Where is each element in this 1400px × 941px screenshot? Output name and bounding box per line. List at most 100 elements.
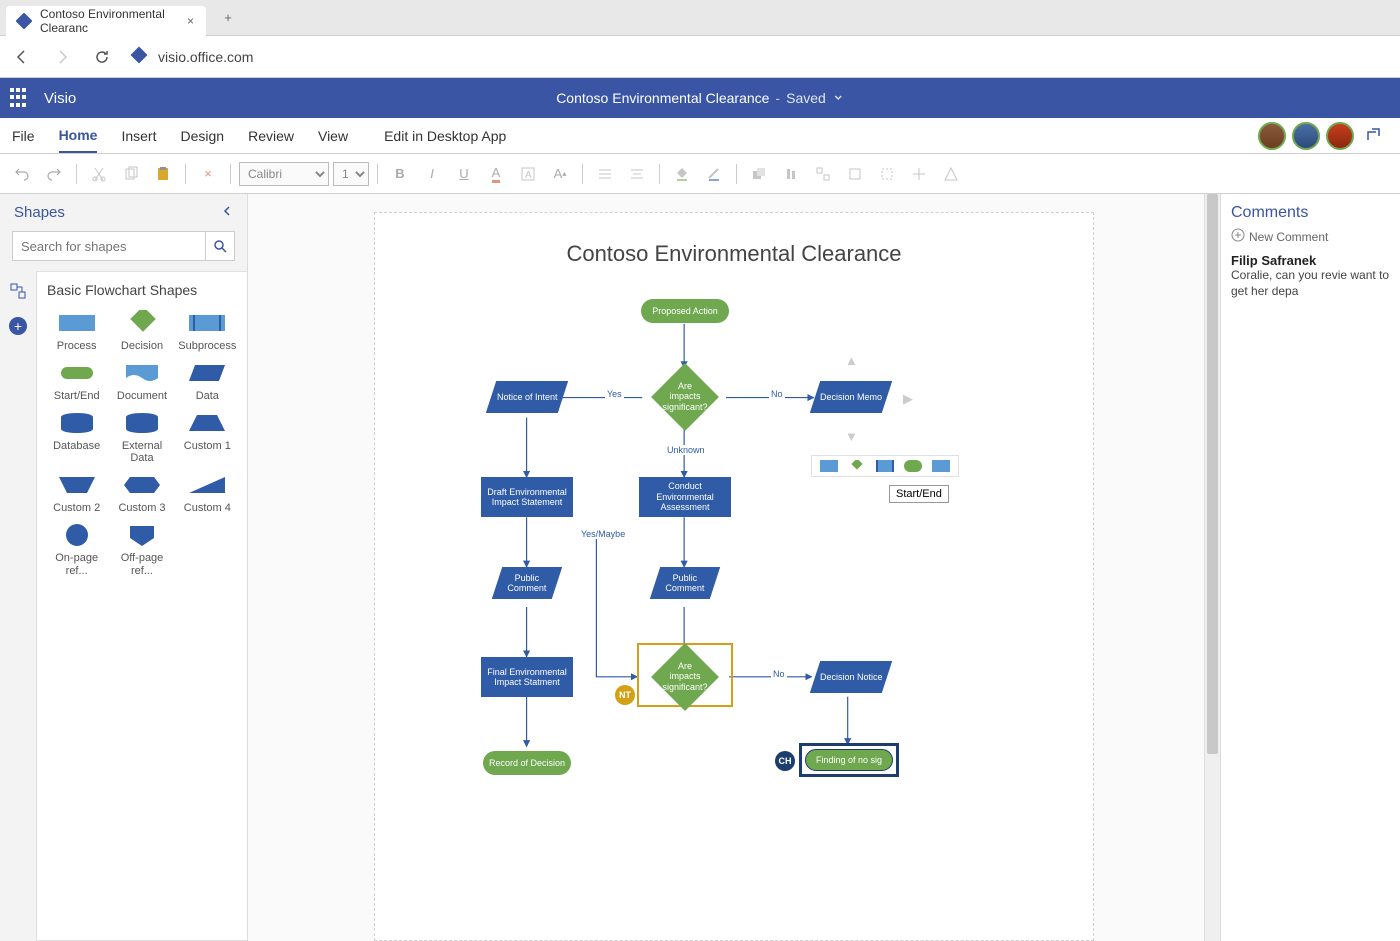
tab-insert[interactable]: Insert	[121, 120, 156, 152]
undo-button[interactable]	[8, 160, 36, 188]
node-decision-notice[interactable]: Decision Notice	[810, 661, 892, 693]
coauthor-badge-nt[interactable]: NT	[615, 685, 635, 705]
forward-button[interactable]	[50, 45, 74, 69]
send-back-button[interactable]	[873, 160, 901, 188]
node-impacts-1[interactable]: Are impacts significant?	[651, 363, 719, 431]
presence-avatar[interactable]	[1258, 122, 1286, 150]
paste-button[interactable]	[149, 160, 177, 188]
shape-custom-1[interactable]: Custom 1	[178, 410, 237, 464]
node-decision-memo[interactable]: Decision Memo	[810, 381, 892, 413]
browser-tab[interactable]: Contoso Environmental Clearanc ×	[6, 6, 206, 36]
refresh-button[interactable]	[90, 45, 114, 69]
node-conduct-ea[interactable]: Conduct Environmental Assessment	[639, 477, 731, 517]
line-color-button[interactable]	[700, 160, 728, 188]
shape-process[interactable]: Process	[47, 310, 106, 352]
shape-custom-3[interactable]: Custom 3	[112, 472, 171, 514]
autoconnect-arrow-icon[interactable]: ▼	[845, 429, 857, 441]
qs-data-icon[interactable]	[932, 460, 950, 472]
shapes-search-input[interactable]	[13, 239, 205, 254]
tab-file[interactable]: File	[12, 120, 35, 152]
diagram: Yes No Unknown Yes/Maybe No Proposed Act…	[375, 287, 1093, 927]
qs-startend-icon[interactable]	[904, 460, 922, 472]
qs-process-icon[interactable]	[820, 460, 838, 472]
chevron-down-icon[interactable]	[832, 90, 844, 106]
node-notice-intent[interactable]: Notice of Intent	[486, 381, 568, 413]
comment-item[interactable]: Filip Safranek Coralie, can you revie wa…	[1231, 253, 1390, 299]
shape-data[interactable]: Data	[178, 360, 237, 402]
edit-in-desktop-button[interactable]: Edit in Desktop App	[384, 120, 506, 152]
font-size-picker[interactable]: 12	[333, 162, 369, 186]
shape-off-page-ref-[interactable]: Off-page ref...	[112, 522, 171, 576]
canvas[interactable]: Contoso Environmental Clearance	[248, 194, 1220, 941]
collapse-icon[interactable]	[221, 204, 233, 221]
qs-subprocess-icon[interactable]	[876, 460, 894, 472]
share-icon[interactable]	[1360, 122, 1388, 150]
bring-front-button[interactable]	[841, 160, 869, 188]
shape-decision[interactable]: Decision	[112, 310, 171, 352]
shape-on-page-ref-[interactable]: On-page ref...	[47, 522, 106, 576]
styles-button[interactable]	[937, 160, 965, 188]
shape-label: Process	[57, 340, 97, 352]
bold-button[interactable]: B	[386, 160, 414, 188]
coauthor-badge-ch[interactable]: CH	[775, 751, 795, 771]
new-tab-button[interactable]: +	[214, 4, 242, 32]
site-icon	[130, 46, 148, 67]
quick-shapes-toolbar[interactable]	[811, 455, 959, 477]
app-launcher-icon[interactable]	[10, 88, 30, 108]
arrange-button[interactable]	[745, 160, 773, 188]
add-stencil-button[interactable]: +	[9, 317, 27, 335]
group-button[interactable]	[809, 160, 837, 188]
document-title[interactable]: Contoso Environmental Clearance - Saved	[556, 90, 844, 106]
shape-custom-4[interactable]: Custom 4	[178, 472, 237, 514]
fill-color-button[interactable]	[668, 160, 696, 188]
font-color-button[interactable]: A	[482, 160, 510, 188]
edge-label-no2: No	[771, 669, 787, 679]
close-tab-icon[interactable]: ×	[185, 14, 196, 28]
node-final-eis[interactable]: Final Environmental Impact Statment	[481, 657, 573, 697]
presence-avatar[interactable]	[1326, 122, 1354, 150]
node-proposed-action[interactable]: Proposed Action	[641, 299, 729, 323]
scrollbar-thumb[interactable]	[1207, 194, 1218, 754]
italic-button[interactable]: I	[418, 160, 446, 188]
node-public-1[interactable]: Public Comment	[492, 567, 562, 599]
back-button[interactable]	[10, 45, 34, 69]
drawing-page[interactable]: Contoso Environmental Clearance	[374, 212, 1094, 941]
shape-start-end[interactable]: Start/End	[47, 360, 106, 402]
redo-button[interactable]	[40, 160, 68, 188]
tab-view[interactable]: View	[318, 120, 348, 152]
shape-document[interactable]: Document	[112, 360, 171, 402]
align-shapes-button[interactable]	[777, 160, 805, 188]
qs-decision-icon[interactable]	[848, 460, 866, 472]
underline-button[interactable]: U	[450, 160, 478, 188]
autoconnect-arrow-icon[interactable]: ▶	[903, 391, 915, 403]
node-draft-eis[interactable]: Draft Environmental Impact Statement	[481, 477, 573, 517]
shape-custom-2[interactable]: Custom 2	[47, 472, 106, 514]
search-icon[interactable]	[205, 231, 234, 261]
presence-avatar[interactable]	[1292, 122, 1320, 150]
tab-review[interactable]: Review	[248, 120, 294, 152]
align-button[interactable]	[623, 160, 651, 188]
cut-button[interactable]	[85, 160, 113, 188]
autoconnect-arrow-icon[interactable]: ▲	[845, 353, 857, 365]
delete-button[interactable]: ×	[194, 160, 222, 188]
new-comment-button[interactable]: New Comment	[1231, 228, 1390, 245]
bullets-button[interactable]	[591, 160, 619, 188]
shape-glyph	[185, 410, 229, 436]
node-public-2[interactable]: Public Comment	[650, 567, 720, 599]
shape-external-data[interactable]: External Data	[112, 410, 171, 464]
stencil-icon[interactable]	[6, 279, 30, 303]
position-button[interactable]	[905, 160, 933, 188]
shape-subprocess[interactable]: Subprocess	[178, 310, 237, 352]
tab-home[interactable]: Home	[59, 119, 98, 153]
font-size-inc-button[interactable]: A▴	[546, 160, 574, 188]
node-finding[interactable]: Finding of no sig	[805, 749, 893, 771]
vertical-scrollbar[interactable]	[1204, 194, 1220, 941]
connectors	[375, 287, 1093, 927]
node-record[interactable]: Record of Decision	[483, 751, 571, 775]
highlight-button[interactable]: A	[514, 160, 542, 188]
tab-design[interactable]: Design	[180, 120, 224, 152]
font-picker[interactable]: Calibri	[239, 162, 329, 186]
address-bar[interactable]: visio.office.com	[130, 46, 253, 67]
shape-database[interactable]: Database	[47, 410, 106, 464]
copy-button[interactable]	[117, 160, 145, 188]
